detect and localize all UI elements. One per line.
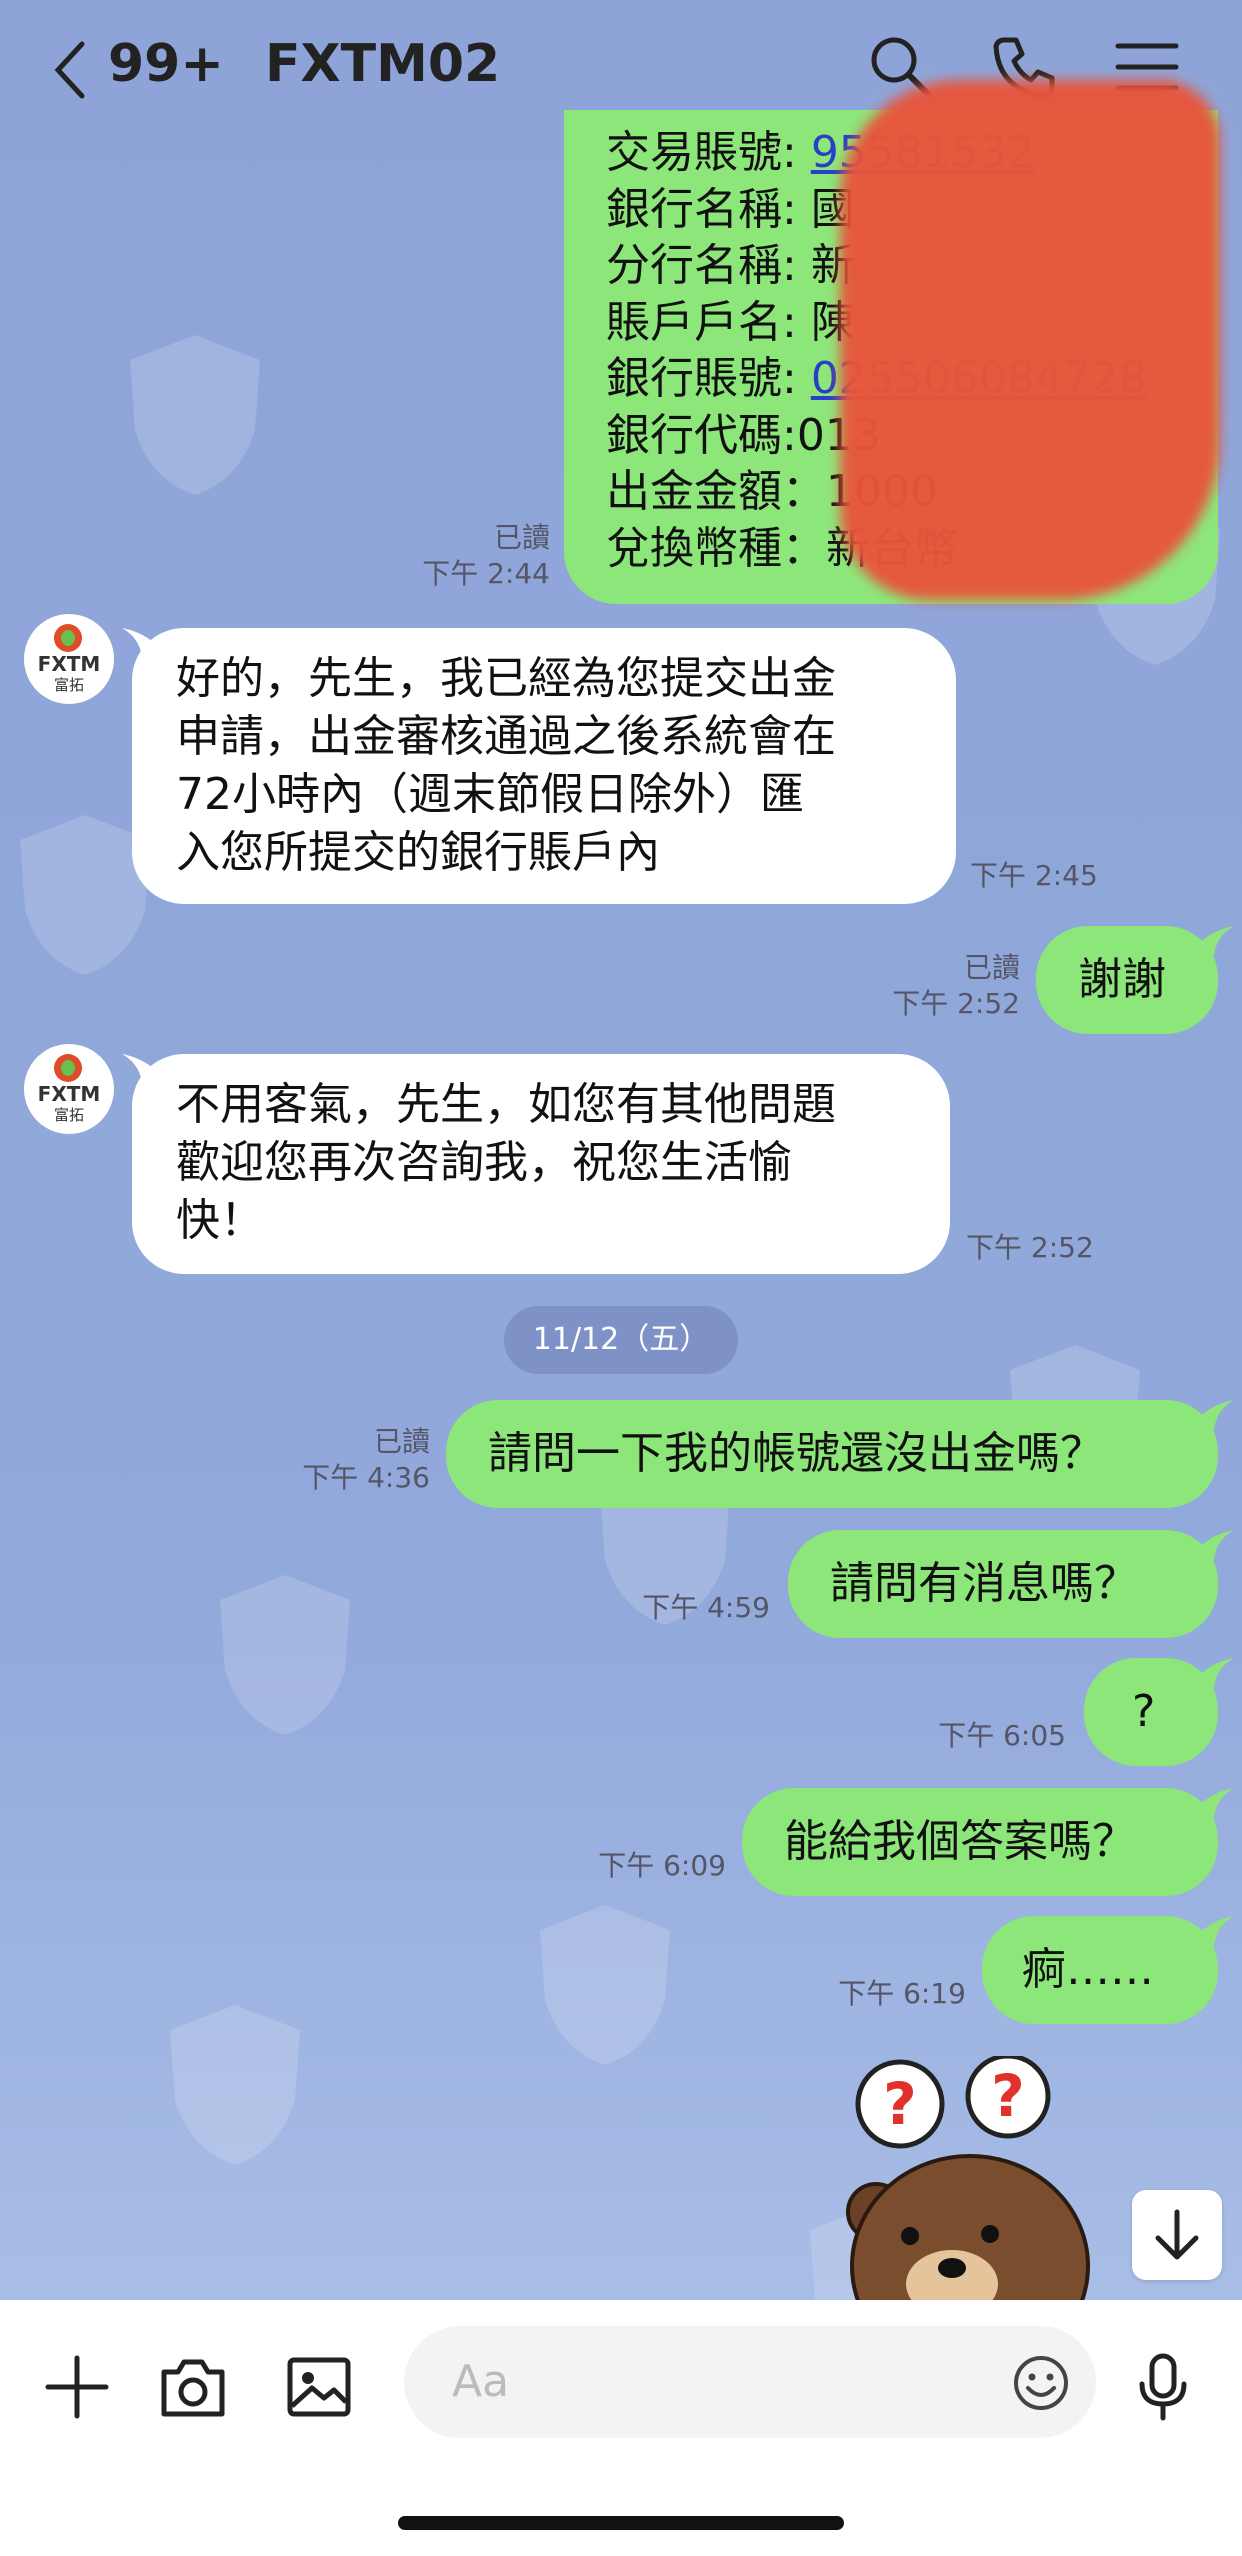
emoji-icon[interactable] <box>1012 2354 1070 2412</box>
outgoing-message[interactable]: 能給我個答案嗎？ <box>742 1788 1218 1896</box>
message-input[interactable]: Aa <box>404 2326 1096 2438</box>
bubble-tail <box>1196 1788 1234 1818</box>
microphone-icon[interactable] <box>1128 2352 1198 2422</box>
outgoing-message[interactable]: 痾…… <box>982 1916 1218 2024</box>
outgoing-message[interactable]: 請問有消息嗎？ <box>788 1530 1218 1638</box>
message-composer: Aa <box>0 2300 1242 2556</box>
fxtm-logo-icon <box>54 624 82 652</box>
message-time: 下午 2:52 <box>966 1231 1094 1264</box>
avatar[interactable]: FXTM 富拓 <box>24 1044 114 1134</box>
fxtm-logo-icon <box>54 1054 82 1082</box>
incoming-message[interactable]: 不用客氣，先生，如您有其他問題 歡迎您再次咨詢我，祝您生活愉 快！ <box>132 1054 950 1274</box>
home-indicator <box>398 2516 844 2530</box>
bear-confused-sticker[interactable]: ? ? <box>840 2056 1140 2300</box>
bubble-tail <box>1196 1530 1234 1560</box>
arrow-down-icon <box>1155 2209 1199 2260</box>
message-time: 下午 2:45 <box>970 859 1098 892</box>
question-mark: ? <box>883 2070 917 2138</box>
question-mark: ? <box>991 2062 1025 2130</box>
bubble-tail <box>1196 1400 1234 1430</box>
plus-icon[interactable] <box>42 2352 112 2422</box>
image-icon[interactable] <box>284 2352 354 2422</box>
message-time: 下午 6:05 <box>938 1719 1066 1752</box>
message-meta: 已讀 下午 2:44 <box>422 521 550 590</box>
watermark-shield-icon <box>540 1905 670 2065</box>
watermark-shield-icon <box>220 1575 350 1735</box>
message-meta: 已讀 下午 4:36 <box>302 1425 430 1494</box>
chevron-left-icon[interactable] <box>50 40 90 100</box>
camera-icon[interactable] <box>158 2352 228 2422</box>
message-meta: 已讀 下午 2:52 <box>892 951 1020 1020</box>
outgoing-message[interactable]: 請問一下我的帳號還沒出金嗎？ <box>446 1400 1218 1508</box>
watermark-shield-icon <box>170 2005 300 2165</box>
date-separator: 11/12（五） <box>504 1306 738 1374</box>
avatar[interactable]: FXTM 富拓 <box>24 614 114 704</box>
message-time: 下午 4:59 <box>642 1591 770 1624</box>
watermark-shield-icon <box>130 335 260 495</box>
outgoing-message[interactable]: 謝謝 <box>1036 926 1218 1034</box>
incoming-message[interactable]: 好的，先生，我已經為您提交出金 申請，出金審核通過之後系統會在 72小時內（週末… <box>132 628 956 904</box>
redaction-scribble <box>840 80 1220 600</box>
message-time: 下午 6:19 <box>838 1977 966 2010</box>
bubble-tail <box>1196 1658 1234 1688</box>
unread-count[interactable]: 99+ <box>108 34 224 94</box>
scroll-to-bottom-button[interactable] <box>1132 2190 1222 2280</box>
bubble-tail <box>1196 926 1234 956</box>
bubble-tail <box>1196 1916 1234 1946</box>
chat-title[interactable]: FXTM02 <box>265 34 500 94</box>
message-time: 下午 6:09 <box>598 1849 726 1882</box>
